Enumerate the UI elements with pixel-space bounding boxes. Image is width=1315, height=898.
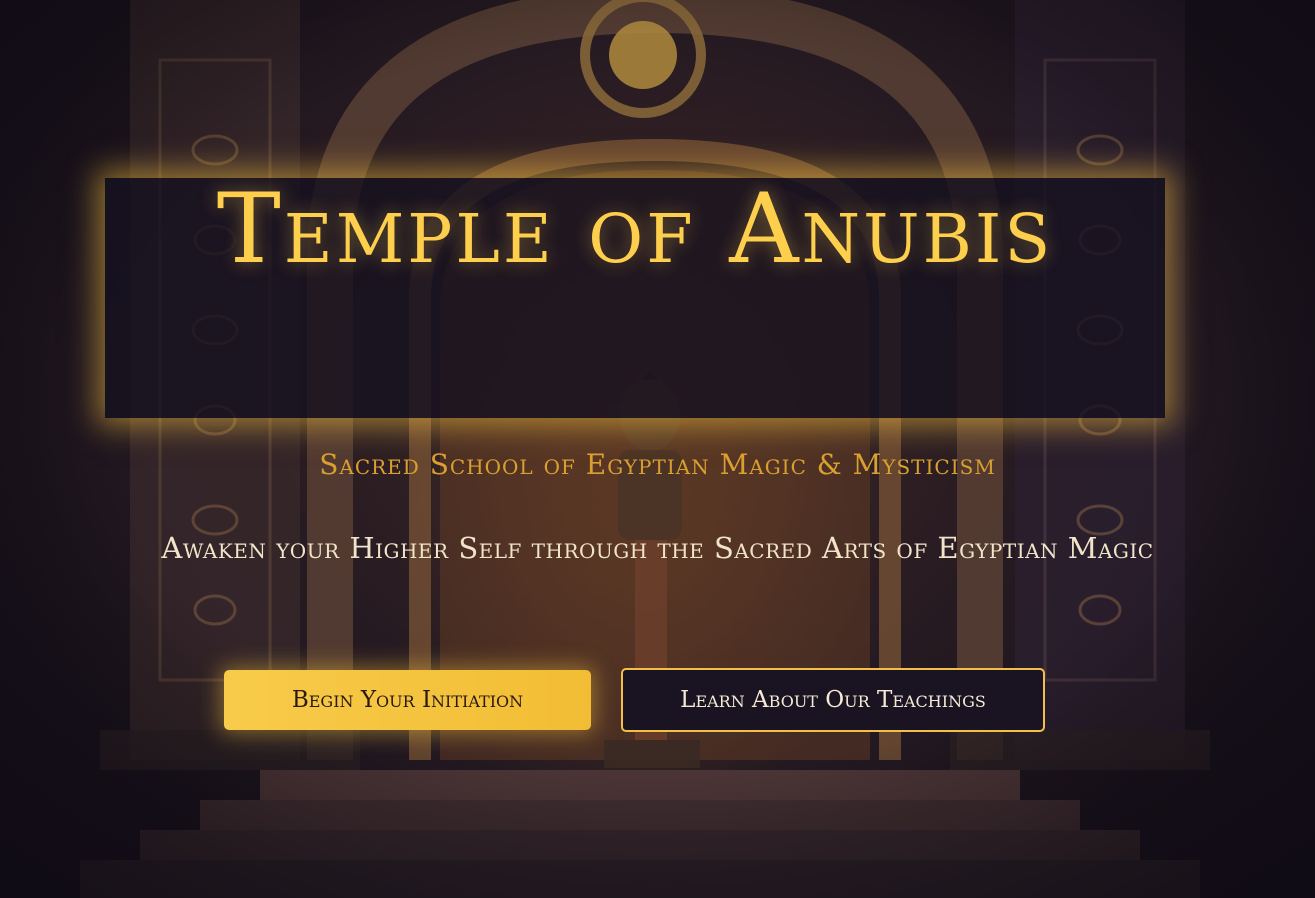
hero-tagline: Awaken your Higher Self through the Sacr… [161,531,1154,565]
page-title: Temple of Anubis [216,173,1054,285]
learn-teachings-button[interactable]: Learn About Our Teachings [621,668,1045,732]
begin-initiation-button[interactable]: Begin Your Initiation [224,670,591,730]
hero-section: Temple of Anubis Sacred School of Egypti… [0,0,1315,898]
hero-subtitle: Sacred School of Egyptian Magic & Mystic… [319,448,996,481]
